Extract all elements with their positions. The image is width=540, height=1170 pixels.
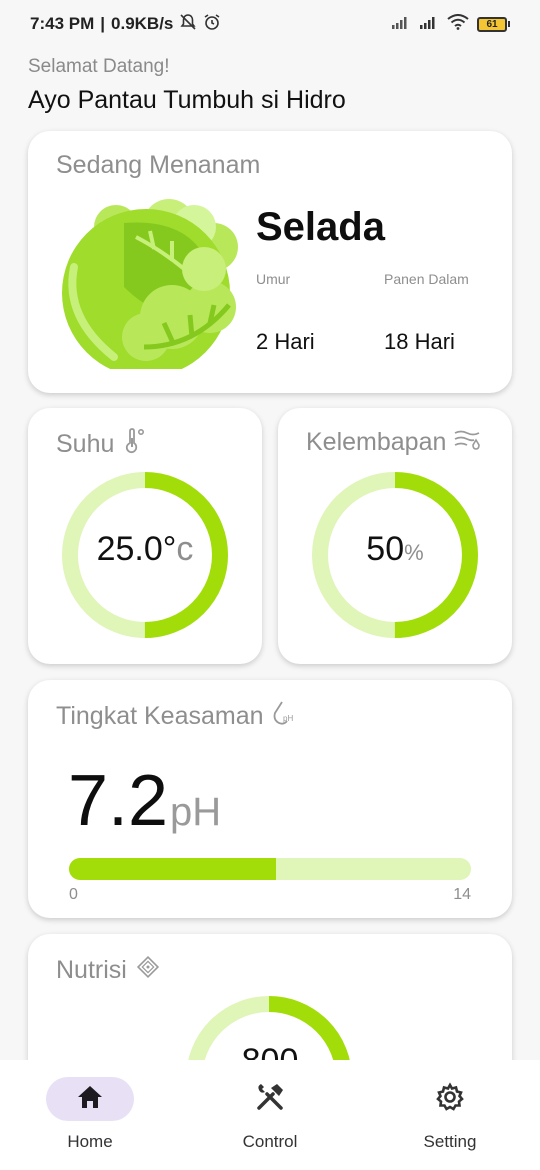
status-divider: |	[100, 14, 106, 33]
acidity-title-text: Tingkat Keasaman	[56, 702, 264, 730]
status-right: 61	[391, 13, 510, 35]
page-headline: Ayo Pantau Tumbuh si Hidro	[28, 86, 346, 114]
nutrients-title-text: Nutrisi	[56, 956, 127, 984]
ph-drop-icon: pH	[272, 700, 296, 733]
signal-icon-2	[419, 14, 439, 34]
temperature-readout: 25.0°c	[28, 530, 262, 569]
status-net-speed: 0.9KB/s	[111, 14, 174, 33]
nav-setting-label: Setting	[423, 1132, 477, 1151]
nav-home-indicator	[46, 1077, 134, 1121]
humidity-value: 50	[366, 530, 405, 568]
nutrients-icon	[135, 954, 161, 987]
lettuce-icon	[54, 197, 244, 377]
humidity-card[interactable]: Kelembapan 50%	[278, 408, 512, 664]
acidity-card[interactable]: Tingkat Keasaman pH 7.2 pH 0 14	[28, 680, 512, 918]
ph-max-label: 14	[453, 886, 471, 903]
nav-home-label: Home	[67, 1132, 113, 1151]
temperature-title-text: Suhu	[56, 430, 115, 458]
humidity-title-text: Kelembapan	[306, 428, 447, 456]
humidity-unit: %	[404, 540, 424, 565]
thermometer-icon	[122, 428, 146, 461]
temperature-value: 25.0°	[96, 530, 177, 568]
humidity-title: Kelembapan	[306, 428, 482, 457]
wifi-icon	[447, 13, 469, 35]
plant-age-label: Umur	[256, 271, 291, 287]
alarm-icon	[203, 13, 221, 36]
nav-control-label: Control	[242, 1132, 298, 1151]
nav-control-indicator	[226, 1077, 314, 1121]
temperature-unit: c	[176, 530, 194, 568]
plant-harvest-label: Panen Dalam	[384, 271, 469, 287]
plant-age-value: 2 Hari	[256, 329, 315, 354]
nav-home[interactable]: Home	[0, 1060, 180, 1170]
gear-icon	[435, 1081, 465, 1117]
acidity-title: Tingkat Keasaman pH	[56, 700, 296, 733]
ph-unit: pH	[170, 790, 222, 834]
nutrients-title: Nutrisi	[56, 954, 161, 987]
battery-level: 61	[477, 16, 507, 32]
ph-min-label: 0	[69, 886, 78, 903]
battery-tip	[508, 21, 510, 27]
plant-name: Selada	[256, 205, 385, 249]
svg-text:pH: pH	[283, 714, 293, 723]
ph-progress-bar	[69, 858, 471, 880]
bottom-navigation: Home Control Setting	[0, 1060, 540, 1170]
status-time: 7:43 PM	[30, 14, 95, 33]
nav-setting-indicator	[406, 1077, 494, 1121]
tools-icon	[255, 1082, 285, 1117]
nav-control[interactable]: Control	[180, 1060, 360, 1170]
humidity-readout: 50%	[278, 530, 512, 569]
temperature-title: Suhu	[56, 428, 146, 461]
plant-card-title: Sedang Menanam	[56, 151, 261, 179]
battery-icon: 61	[477, 16, 510, 32]
humidity-icon	[454, 428, 482, 457]
plant-harvest-value: 18 Hari	[384, 329, 455, 354]
mute-notification-icon	[179, 13, 197, 36]
status-bar: 7:43 PM | 0.9KB/s 61	[0, 0, 540, 48]
home-icon	[76, 1084, 104, 1115]
status-left: 7:43 PM | 0.9KB/s	[30, 13, 221, 36]
temperature-card[interactable]: Suhu 25.0°c	[28, 408, 262, 664]
signal-icon	[391, 14, 411, 34]
ph-value: 7.2	[68, 761, 169, 841]
nav-setting[interactable]: Setting	[360, 1060, 540, 1170]
current-plant-card[interactable]: Sedang Menanam Selada Umur Panen Dalam 2…	[28, 131, 512, 393]
greeting-text: Selamat Datang!	[28, 56, 170, 77]
ph-progress-fill	[69, 858, 276, 880]
